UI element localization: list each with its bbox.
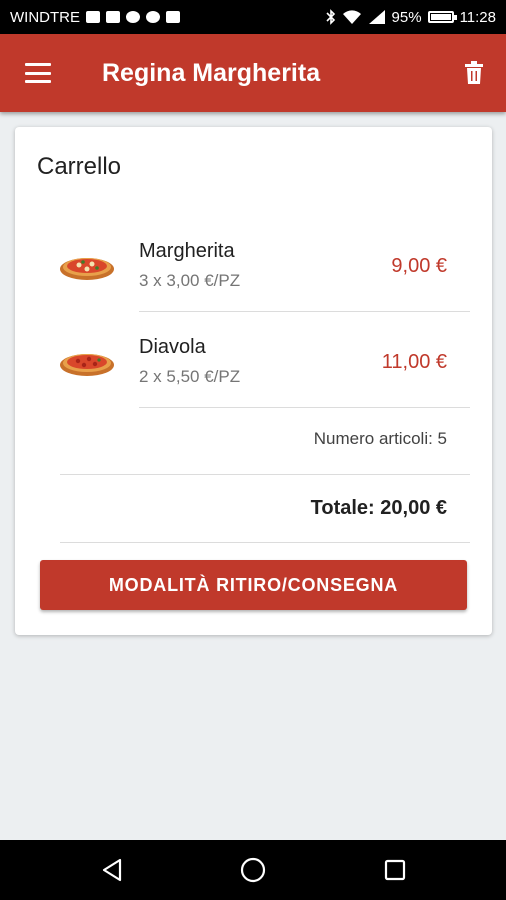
- back-triangle-icon: [102, 858, 121, 882]
- wifi-icon: [342, 10, 361, 24]
- cart-total: Totale: 20,00 €: [310, 497, 447, 519]
- pizza-icon: [60, 354, 114, 376]
- count-divider: [60, 474, 470, 475]
- cart-item[interactable]: Margherita 3 x 3,00 €/PZ 9,00 €: [15, 215, 492, 311]
- item-count: Numero articoli: 5: [313, 429, 447, 448]
- item-quantity: 3 x 3,00 €/PZ: [139, 271, 241, 290]
- app-title: Regina Margherita: [102, 58, 321, 87]
- instagram-notification-icon: [106, 11, 120, 23]
- carrier-label: WINDTRE: [10, 8, 80, 26]
- pizza-icon: [60, 258, 114, 280]
- home-button[interactable]: [223, 840, 283, 900]
- total-divider: [60, 542, 470, 543]
- item-price: 9,00 €: [391, 255, 447, 277]
- status-right: 95% 11:28: [325, 8, 496, 26]
- cart-item[interactable]: Diavola 2 x 5,50 €/PZ 11,00 €: [15, 311, 492, 407]
- battery-percent: 95%: [391, 8, 422, 26]
- home-circle-icon: [240, 857, 266, 883]
- signal-icon: [368, 10, 385, 24]
- delete-cart-button[interactable]: [442, 34, 506, 112]
- system-nav-bar: [0, 840, 506, 900]
- item-name: Diavola: [139, 336, 206, 358]
- back-button[interactable]: [82, 840, 142, 900]
- recents-button[interactable]: [365, 840, 425, 900]
- cloud-notification-icon: [166, 11, 180, 23]
- trash-icon: [465, 61, 483, 84]
- hamburger-menu-icon: [25, 63, 51, 83]
- delivery-mode-button[interactable]: MODALITÀ RITIRO/CONSEGNA: [40, 560, 467, 610]
- status-left: WINDTRE: [10, 9, 180, 26]
- facebook-notification-icon: [146, 11, 160, 23]
- item-divider: [139, 407, 470, 408]
- cart-title: Carrello: [37, 153, 122, 180]
- menu-button[interactable]: [0, 34, 76, 112]
- status-bar: WINDTRE 95% 11:28: [0, 0, 506, 34]
- item-price: 11,00 €: [381, 351, 447, 373]
- bluetooth-icon: [325, 9, 335, 25]
- twitter-notification-icon: [126, 11, 140, 23]
- recents-square-icon: [384, 859, 405, 881]
- battery-fill: [430, 14, 452, 20]
- gallery-notification-icon: [86, 11, 100, 23]
- item-quantity: 2 x 5,50 €/PZ: [139, 367, 241, 386]
- battery-icon: [427, 11, 457, 23]
- item-name: Margherita: [139, 240, 235, 262]
- cart-card: Carrello Margherita 3 x 3,00 €/PZ 9,00 €: [15, 127, 492, 635]
- app-bar: Regina Margherita: [0, 34, 506, 112]
- clock: 11:28: [459, 8, 496, 26]
